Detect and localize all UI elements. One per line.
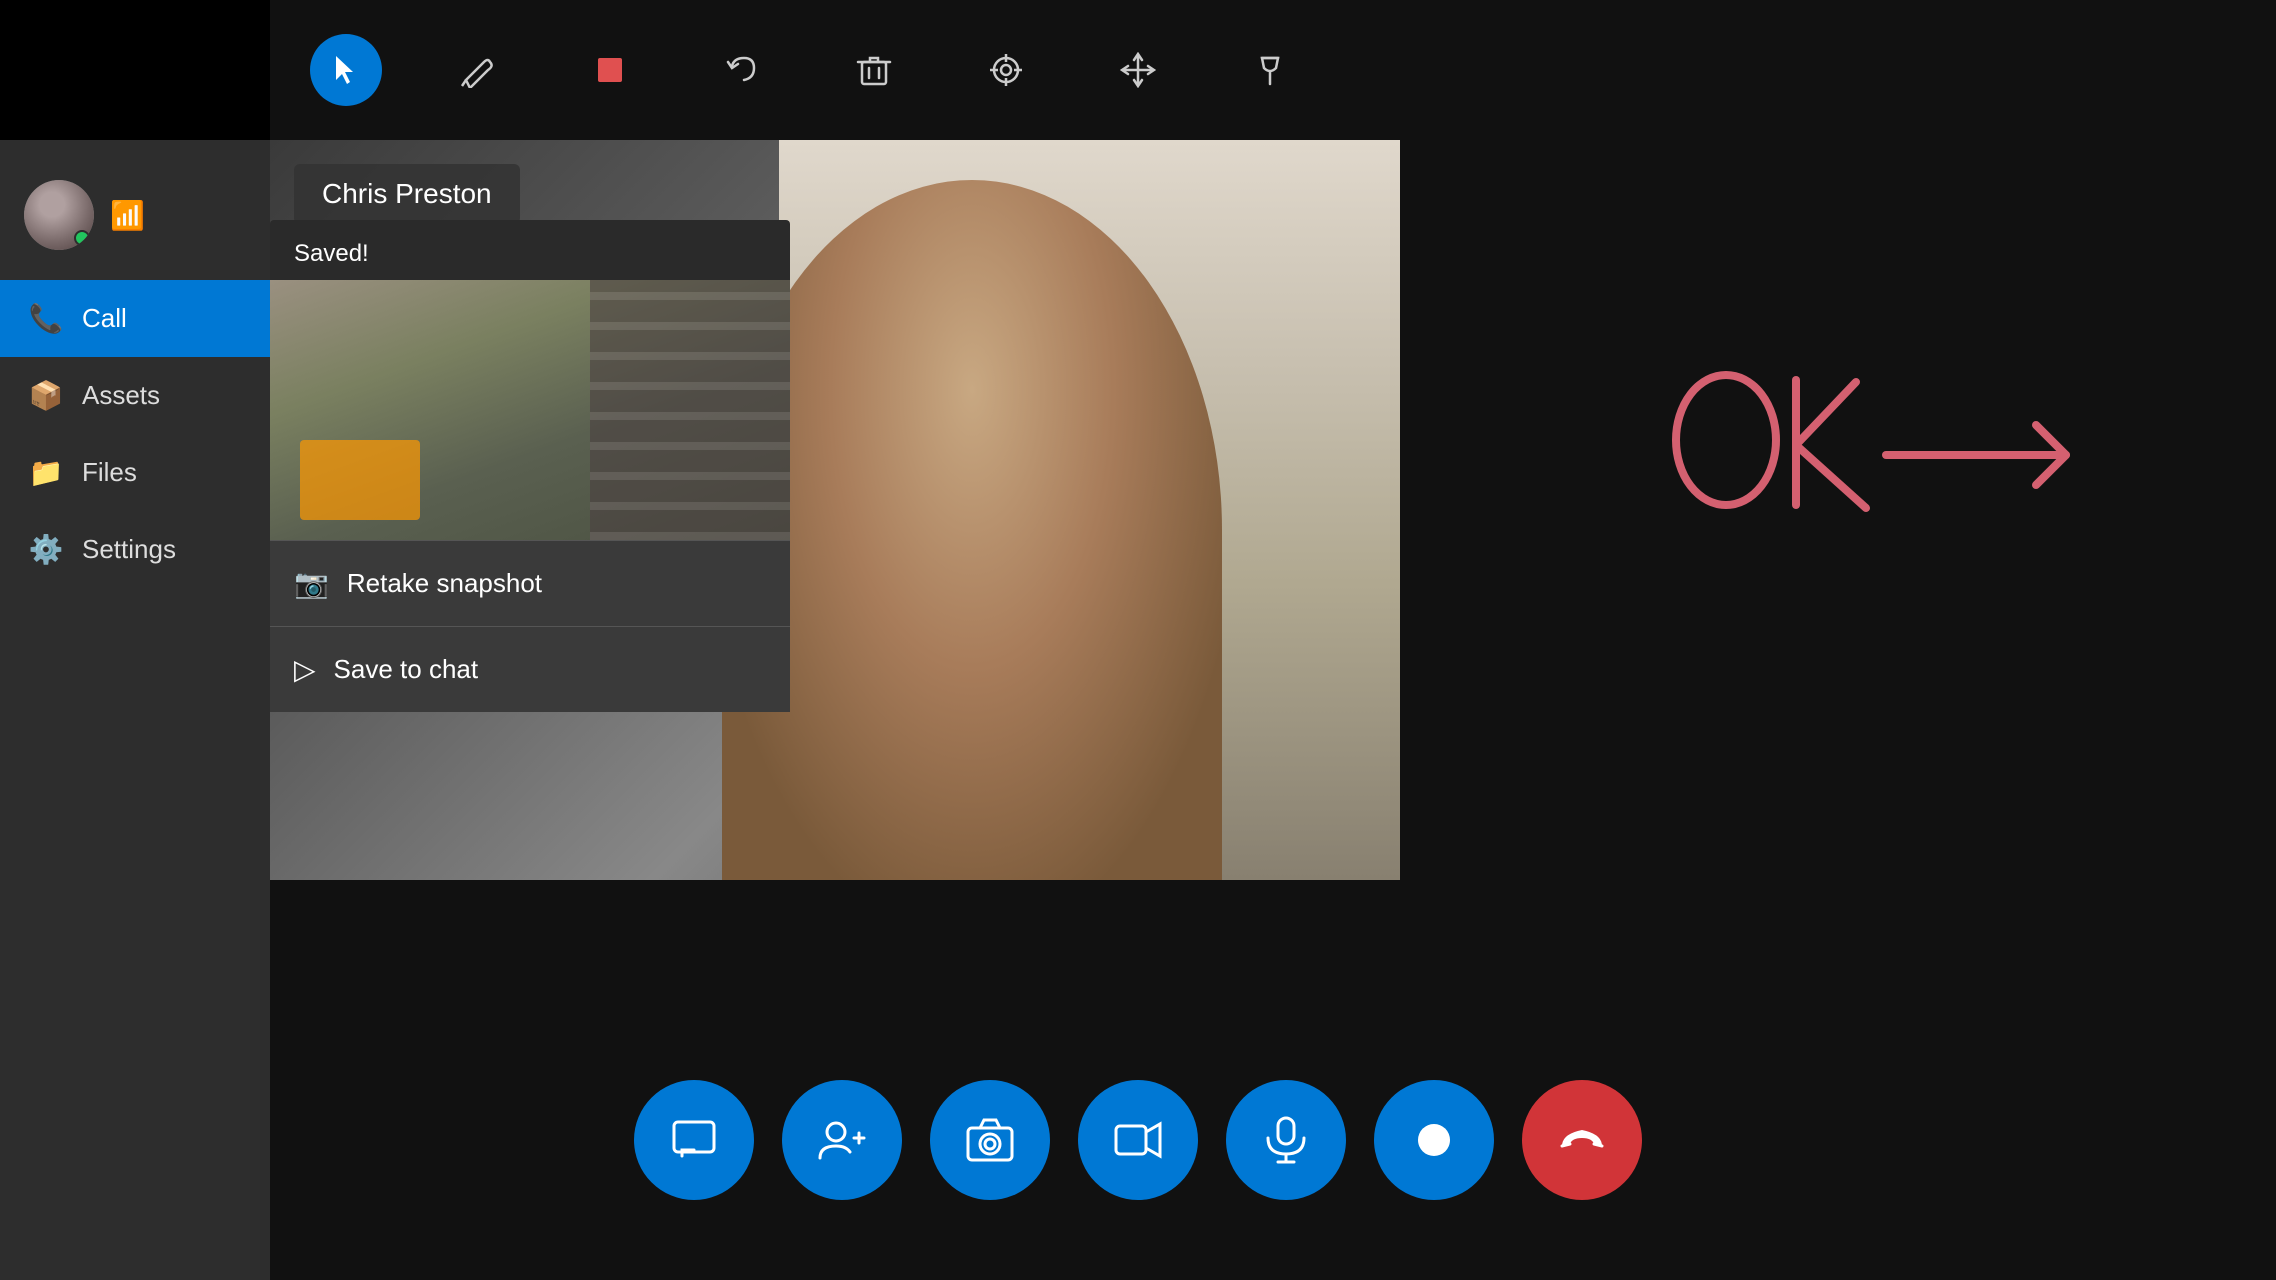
record-icon	[1408, 1114, 1460, 1166]
undo-button[interactable]	[706, 34, 778, 106]
settings-icon: ⚙️	[28, 533, 64, 566]
chat-icon	[668, 1114, 720, 1166]
sidebar-item-assets[interactable]: 📦 Assets	[0, 357, 270, 434]
files-icon: 📁	[28, 456, 64, 489]
sidebar-item-label-settings: Settings	[82, 534, 176, 565]
save-to-chat-button[interactable]: ▷ Save to chat	[270, 626, 790, 712]
sidebar-item-label-files: Files	[82, 457, 137, 488]
video-button[interactable]	[1078, 1080, 1198, 1200]
sidebar-item-settings[interactable]: ⚙️ Settings	[0, 511, 270, 588]
sidebar: 📶 📞 Call 📦 Assets 📁 Files ⚙️ Settings	[0, 140, 270, 1280]
pen-icon	[460, 52, 496, 88]
sidebar-item-label-call: Call	[82, 303, 127, 334]
sidebar-nav: 📞 Call 📦 Assets 📁 Files ⚙️ Settings	[0, 280, 270, 588]
saved-label: Saved!	[270, 220, 790, 280]
pin-icon	[1252, 52, 1288, 88]
online-status	[74, 230, 90, 246]
snapshot-shelves	[590, 280, 790, 540]
target-icon	[988, 52, 1024, 88]
avatar	[24, 180, 94, 250]
send-icon: ▷	[294, 653, 316, 686]
annotation-drawing	[1666, 340, 2116, 590]
call-controls	[634, 1080, 1642, 1200]
signal-icon: 📶	[110, 199, 145, 232]
snapshot-popup: Saved! 📷 Retake snapshot ▷ Save to chat	[270, 220, 790, 712]
shape-icon	[592, 52, 628, 88]
pin-button[interactable]	[1234, 34, 1306, 106]
hangup-icon	[1556, 1114, 1608, 1166]
snapshot-button[interactable]	[930, 1080, 1050, 1200]
move-icon	[1120, 52, 1156, 88]
chat-button[interactable]	[634, 1080, 754, 1200]
caller-name: Chris Preston	[322, 178, 492, 209]
retake-snapshot-label: Retake snapshot	[347, 568, 542, 599]
sidebar-item-label-assets: Assets	[82, 380, 160, 411]
snapshot-icon	[964, 1114, 1016, 1166]
hangup-button[interactable]	[1522, 1080, 1642, 1200]
add-participant-button[interactable]	[782, 1080, 902, 1200]
move-button[interactable]	[1102, 34, 1174, 106]
pointer-tool-button[interactable]	[310, 34, 382, 106]
record-button[interactable]	[1374, 1080, 1494, 1200]
delete-button[interactable]	[838, 34, 910, 106]
undo-icon	[724, 52, 760, 88]
sidebar-item-files[interactable]: 📁 Files	[0, 434, 270, 511]
add-participant-icon	[816, 1114, 868, 1166]
pointer-icon	[328, 52, 364, 88]
call-icon: 📞	[28, 302, 64, 335]
video-icon	[1112, 1114, 1164, 1166]
trash-icon	[856, 52, 892, 88]
caller-name-badge: Chris Preston	[294, 164, 520, 224]
assets-icon: 📦	[28, 379, 64, 412]
camera-icon: 📷	[294, 567, 329, 600]
microphone-icon	[1260, 1114, 1312, 1166]
pen-tool-button[interactable]	[442, 34, 514, 106]
video-feed: Chris Preston Saved! 📷 Retake snapshot ▷…	[270, 140, 1400, 880]
retake-snapshot-button[interactable]: 📷 Retake snapshot	[270, 540, 790, 626]
snapshot-forklift	[300, 440, 420, 520]
sidebar-item-call[interactable]: 📞 Call	[0, 280, 270, 357]
mute-button[interactable]	[1226, 1080, 1346, 1200]
target-button[interactable]	[970, 34, 1042, 106]
person-silhouette	[722, 180, 1222, 880]
snapshot-preview-image	[270, 280, 790, 540]
toolbar	[270, 0, 2276, 140]
shape-tool-button[interactable]	[574, 34, 646, 106]
save-to-chat-label: Save to chat	[334, 654, 479, 685]
user-profile-area: 📶	[0, 160, 270, 270]
